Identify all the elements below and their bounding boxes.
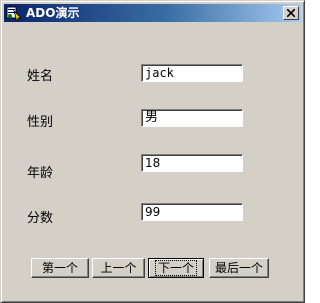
close-button[interactable] bbox=[283, 6, 299, 20]
first-button[interactable]: 第一个 bbox=[31, 258, 89, 278]
ado-app-icon bbox=[6, 5, 22, 21]
last-button[interactable]: 最后一个 bbox=[209, 258, 269, 278]
name-field[interactable]: jack bbox=[141, 64, 243, 82]
name-label: 姓名 bbox=[27, 69, 54, 84]
score-field[interactable]: 99 bbox=[141, 203, 243, 221]
window-title: ADO演示 bbox=[26, 6, 80, 20]
first-button-label: 第一个 bbox=[41, 261, 78, 275]
last-button-label: 最后一个 bbox=[214, 261, 263, 275]
ado-demo-window: ADO演示 姓名 jack 性别 男 年龄 18 分数 99 第一个 上一个 下… bbox=[0, 0, 305, 303]
next-button-label: 下一个 bbox=[154, 260, 198, 276]
gender-field[interactable]: 男 bbox=[141, 109, 243, 127]
age-label: 年龄 bbox=[27, 166, 54, 181]
title-bar[interactable]: ADO演示 bbox=[4, 4, 301, 22]
score-label: 分数 bbox=[27, 211, 54, 226]
gender-label: 性别 bbox=[27, 115, 54, 130]
prev-button-label: 上一个 bbox=[100, 261, 137, 275]
next-button[interactable]: 下一个 bbox=[148, 258, 204, 278]
age-field[interactable]: 18 bbox=[141, 154, 243, 172]
prev-button[interactable]: 上一个 bbox=[92, 258, 145, 278]
